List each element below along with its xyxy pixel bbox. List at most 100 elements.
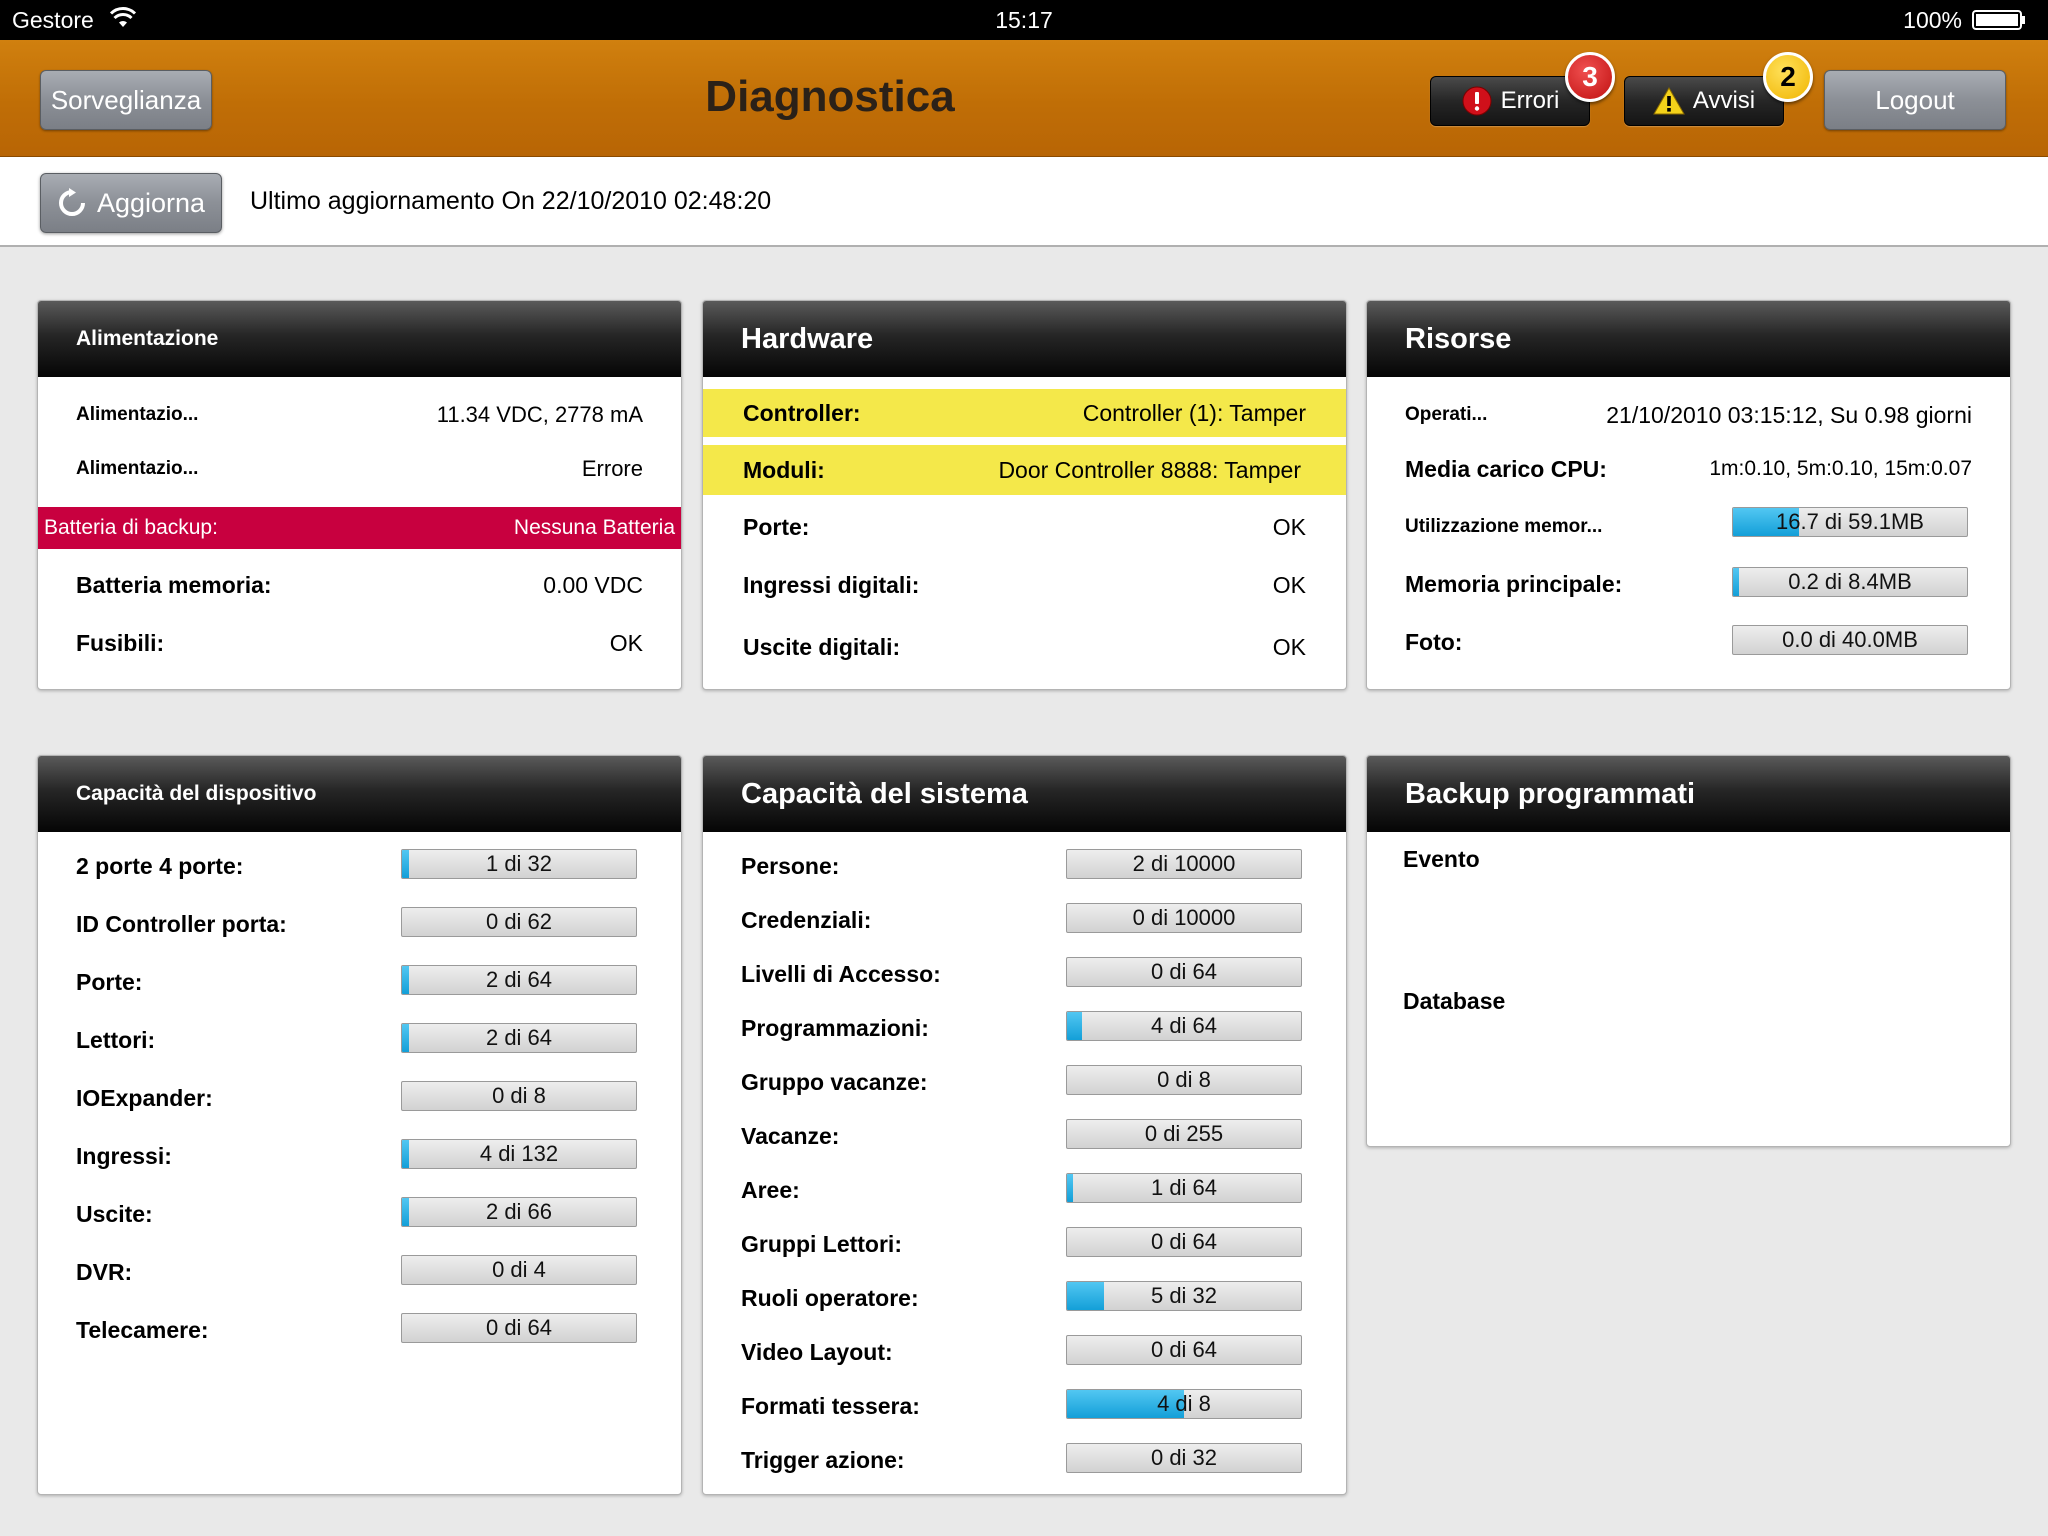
- capacity-label: IOExpander:: [76, 1085, 213, 1111]
- power-row-value: Errore: [581, 456, 643, 481]
- capacity-bar: 2 di 64: [401, 1023, 637, 1053]
- capacity-bar: 0 di 64: [1066, 957, 1302, 987]
- capacity-bar: 4 di 64: [1066, 1011, 1302, 1041]
- power-row-label: Alimentazio...: [76, 404, 199, 425]
- progress-text: 5 di 32: [1150, 1283, 1218, 1308]
- progress-text: 2 di 10000: [1132, 851, 1236, 876]
- surveillance-button[interactable]: Sorveglianza: [40, 70, 212, 130]
- capacity-label: Credenziali:: [741, 907, 872, 933]
- capacity-bar: 0 di 8: [401, 1081, 637, 1111]
- progress-text: 0 di 8: [492, 1083, 546, 1108]
- hardware-row-label: Uscite digitali:: [743, 633, 901, 660]
- power-panel-title: Alimentazione: [38, 301, 681, 377]
- capacity-label: 2 porte 4 porte:: [76, 853, 244, 879]
- progress-text: 0 di 64: [485, 1315, 553, 1340]
- capacity-label: Uscite:: [76, 1201, 153, 1227]
- hardware-row-label: Ingressi digitali:: [743, 571, 920, 598]
- nav-bar: Sorveglianza Diagnostica Errori 3 Avvisi…: [0, 40, 2048, 157]
- capacity-label: Persone:: [741, 853, 840, 879]
- hardware-panel: Hardware Controller: Controller (1): Tam…: [702, 300, 1347, 690]
- resources-row-label: Memoria principale:: [1405, 571, 1623, 597]
- hardware-controller-row: Controller: Controller (1): Tamper: [703, 389, 1346, 437]
- capacity-bar: 4 di 132: [401, 1139, 637, 1169]
- progress-text: 4 di 132: [479, 1141, 559, 1166]
- power-row-value: OK: [609, 629, 643, 656]
- warnings-button[interactable]: Avvisi: [1624, 76, 1784, 126]
- hardware-row-label: Controller:: [743, 399, 861, 426]
- status-clock: 15:17: [995, 7, 1053, 33]
- status-bar: Gestore 15:17 100%: [0, 0, 2048, 40]
- errors-label: Errori: [1500, 87, 1560, 114]
- resources-row-value: 1m:0.10, 5m:0.10, 15m:0.07: [1709, 457, 1972, 480]
- power-row-value: 0.00 VDC: [543, 571, 643, 598]
- resources-row-label: Foto:: [1405, 629, 1463, 655]
- resources-row-1: Operati... 21/10/2010 03:15:12, Su 0.98 …: [1367, 395, 2010, 435]
- progress-text: 0 di 64: [1150, 1337, 1218, 1362]
- capacity-label: Telecamere:: [76, 1317, 209, 1343]
- warnings-count-badge: 2: [1763, 52, 1813, 102]
- capacity-bar: 4 di 8: [1066, 1389, 1302, 1419]
- capacity-bar: 0 di 4: [401, 1255, 637, 1285]
- hardware-row-label: Porte:: [743, 513, 810, 540]
- resources-panel-title: Risorse: [1367, 301, 2010, 377]
- power-row-label: Batteria memoria:: [76, 571, 272, 598]
- progress-text: 0 di 64: [1150, 1229, 1218, 1254]
- page-title: Diagnostica: [705, 72, 955, 121]
- hardware-row-5: Uscite digitali: OK: [703, 627, 1346, 667]
- progress-text: 1 di 32: [485, 851, 553, 876]
- progress-text: 2 di 66: [485, 1199, 553, 1224]
- warning-icon: [1653, 86, 1685, 115]
- resources-row-label: Operati...: [1405, 404, 1488, 425]
- hardware-row-value: OK: [1272, 513, 1306, 540]
- power-row-value: Nessuna Batteria: [513, 516, 675, 539]
- battery-percentage: 100%: [1903, 7, 1962, 33]
- refresh-bar: Aggiorna Ultimo aggiornamento On 22/10/2…: [0, 157, 2048, 247]
- capacity-bar: 1 di 32: [401, 849, 637, 879]
- hardware-row-value: OK: [1272, 633, 1306, 660]
- logout-button[interactable]: Logout: [1824, 70, 2006, 130]
- capacity-bar: 5 di 32: [1066, 1281, 1302, 1311]
- capacity-bar: 0 di 64: [401, 1313, 637, 1343]
- power-row-1: Alimentazio... 11.34 VDC, 2778 mA: [38, 395, 681, 435]
- capacity-bar: 0 di 32: [1066, 1443, 1302, 1473]
- capacity-label: Programmazioni:: [741, 1015, 929, 1041]
- power-row-5: Fusibili: OK: [38, 623, 681, 663]
- refresh-button[interactable]: Aggiorna: [40, 173, 222, 233]
- memory-usage-bar: 16.7 di 59.1MB: [1732, 507, 1968, 537]
- power-row-4: Batteria memoria: 0.00 VDC: [38, 565, 681, 605]
- resources-row-label: Utilizzazione memor...: [1405, 516, 1603, 537]
- refresh-label: Aggiorna: [96, 187, 206, 218]
- capacity-bar: 0 di 10000: [1066, 903, 1302, 933]
- progress-text: 0 di 255: [1144, 1121, 1224, 1146]
- power-row-value: 11.34 VDC, 2778 mA: [436, 402, 643, 427]
- battery-icon: [1972, 10, 2025, 30]
- capacity-label: Trigger azione:: [741, 1447, 905, 1473]
- refresh-icon: [58, 188, 85, 216]
- progress-text: 4 di 64: [1150, 1013, 1218, 1038]
- progress-text: 2 di 64: [485, 967, 553, 992]
- hardware-row-4: Ingressi digitali: OK: [703, 565, 1346, 605]
- resources-row-label: Media carico CPU:: [1405, 455, 1607, 482]
- progress-text: 0 di 4: [492, 1257, 546, 1282]
- device-capacity-panel: Capacità del dispositivo 2 porte 4 porte…: [37, 755, 682, 1495]
- power-row-label: Batteria di backup:: [44, 516, 218, 539]
- capacity-label: DVR:: [76, 1259, 133, 1285]
- capacity-bar: 0 di 64: [1066, 1227, 1302, 1257]
- progress-text: 16.7 di 59.1MB: [1776, 509, 1924, 534]
- capacity-bar: 0 di 8: [1066, 1065, 1302, 1095]
- hardware-row-value: Door Controller 8888: Tamper: [998, 456, 1301, 483]
- database-label: Database: [1403, 988, 1506, 1014]
- capacity-label: Vacanze:: [741, 1123, 840, 1149]
- capacity-bar: 2 di 10000: [1066, 849, 1302, 879]
- hardware-panel-title: Hardware: [703, 301, 1346, 377]
- capacity-bar: 0 di 255: [1066, 1119, 1302, 1149]
- last-update-text: Ultimo aggiornamento On 22/10/2010 02:48…: [250, 187, 772, 215]
- capacity-label: Aree:: [741, 1177, 800, 1203]
- progress-text: 1 di 64: [1150, 1175, 1218, 1200]
- scheduled-backups-title: Backup programmati: [1367, 756, 2010, 832]
- progress-text: 0 di 62: [485, 909, 553, 934]
- capacity-label: Gruppi Lettori:: [741, 1231, 902, 1257]
- progress-text: 0 di 64: [1150, 959, 1218, 984]
- progress-text: 0.0 di 40.0MB: [1782, 627, 1918, 652]
- capacity-label: Ruoli operatore:: [741, 1285, 919, 1311]
